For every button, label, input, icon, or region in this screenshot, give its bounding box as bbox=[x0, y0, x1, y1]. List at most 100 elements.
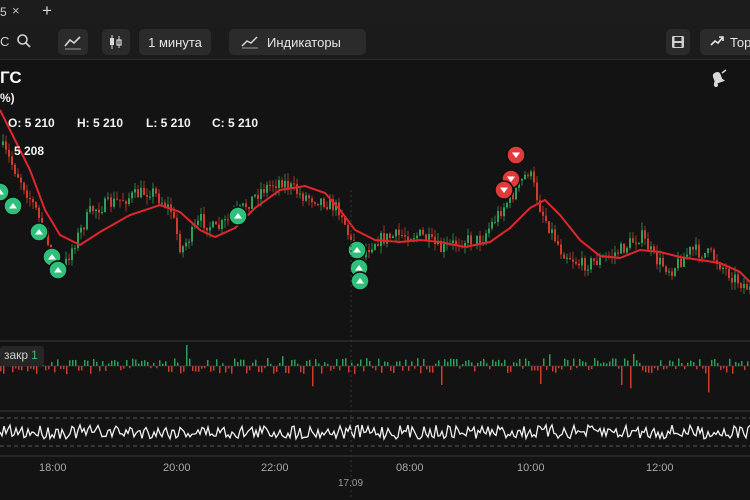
volume-bar bbox=[162, 363, 164, 366]
ohlc-low: L: 5 210 bbox=[146, 116, 191, 130]
volume-bar bbox=[660, 360, 662, 366]
volume-bar bbox=[411, 361, 413, 366]
volume-bar bbox=[105, 366, 107, 371]
ohlc-close: C: 5 210 bbox=[212, 116, 259, 130]
candle-body bbox=[686, 254, 688, 257]
candle-body bbox=[485, 233, 487, 243]
volume-bar bbox=[555, 366, 557, 373]
volume-bar bbox=[369, 361, 371, 366]
candle-body bbox=[68, 258, 70, 261]
volume-bar bbox=[738, 363, 740, 366]
candle-body bbox=[14, 164, 16, 174]
candle-body bbox=[662, 257, 664, 267]
candle-body bbox=[419, 229, 421, 236]
volume-bar bbox=[294, 359, 296, 366]
candle-body bbox=[398, 229, 400, 235]
search-icon[interactable] bbox=[16, 33, 32, 54]
candle-body bbox=[281, 180, 283, 188]
candle-body bbox=[140, 187, 142, 198]
candle-body bbox=[125, 201, 127, 204]
candle-body bbox=[650, 246, 652, 250]
candle-body bbox=[731, 277, 733, 283]
candle-body bbox=[644, 230, 646, 239]
candle-body bbox=[560, 244, 562, 255]
volume-bar bbox=[465, 360, 467, 366]
new-tab-button[interactable]: + bbox=[42, 1, 52, 21]
volume-bar bbox=[315, 359, 317, 366]
candle-body bbox=[386, 233, 388, 244]
volume-legend[interactable]: закр 1 bbox=[0, 346, 44, 366]
volume-bar bbox=[201, 366, 203, 369]
trade-icon bbox=[710, 36, 724, 46]
candle-body bbox=[176, 217, 178, 234]
save-layout-button[interactable] bbox=[666, 29, 690, 55]
tab-close-icon[interactable]: × bbox=[12, 3, 20, 18]
candle-body bbox=[113, 198, 115, 207]
volume-bar bbox=[405, 359, 407, 366]
trade-button[interactable]: Тор bbox=[700, 29, 750, 55]
candle-body bbox=[737, 274, 739, 284]
chart-toolbar: C 1 минута Индикаторы Тор bbox=[0, 24, 750, 60]
volume-bar bbox=[57, 359, 59, 366]
candle-body bbox=[11, 156, 13, 165]
candle-body bbox=[476, 235, 478, 245]
candle-body bbox=[413, 238, 415, 240]
alert-bell-icon[interactable] bbox=[707, 68, 729, 95]
volume-bar bbox=[261, 366, 263, 373]
volume-bar bbox=[252, 362, 254, 366]
volume-bar bbox=[501, 363, 503, 366]
volume-bar bbox=[720, 366, 722, 371]
volume-bar bbox=[81, 366, 83, 371]
candle-body bbox=[257, 194, 259, 199]
volume-bar bbox=[174, 358, 176, 366]
volume-bar bbox=[654, 366, 656, 369]
chart-type-button[interactable] bbox=[102, 29, 130, 55]
volume-bar bbox=[126, 359, 128, 366]
ticker-search-field[interactable]: C bbox=[0, 34, 9, 49]
volume-bar bbox=[540, 366, 542, 384]
volume-bar bbox=[78, 366, 80, 371]
interval-selector[interactable]: 1 минута bbox=[139, 29, 211, 55]
candle-body bbox=[614, 252, 616, 257]
volume-bar bbox=[72, 359, 74, 366]
volume-bar bbox=[393, 366, 395, 373]
volume-bar bbox=[591, 366, 593, 370]
volume-bar bbox=[534, 366, 536, 371]
tab-title[interactable]: 5 bbox=[0, 5, 7, 19]
price-pane[interactable] bbox=[0, 109, 750, 295]
drawing-tools-button[interactable] bbox=[58, 29, 88, 55]
candle-body bbox=[590, 258, 592, 270]
candle-body bbox=[368, 250, 370, 253]
candle-body bbox=[215, 221, 217, 225]
candle-body bbox=[80, 227, 82, 233]
candle-body bbox=[227, 219, 229, 221]
volume-bar bbox=[231, 366, 233, 374]
volume-bar bbox=[93, 359, 95, 366]
candle-body bbox=[92, 206, 94, 212]
volume-bar bbox=[435, 363, 437, 366]
volume-bar bbox=[306, 360, 308, 366]
candle-body bbox=[209, 227, 211, 231]
volume-bar bbox=[408, 366, 410, 371]
volume-bar bbox=[552, 366, 554, 372]
volume-bar bbox=[336, 358, 338, 366]
candle-body bbox=[500, 211, 502, 217]
candle-body bbox=[383, 233, 385, 244]
volume-bar bbox=[135, 359, 137, 366]
candle-body bbox=[221, 220, 223, 230]
volume-bar bbox=[573, 358, 575, 366]
candle-body bbox=[581, 258, 583, 266]
volume-bar bbox=[177, 362, 179, 366]
volume-bar bbox=[669, 360, 671, 366]
volume-bar bbox=[27, 366, 29, 372]
candle-body bbox=[416, 235, 418, 239]
volume-bar bbox=[576, 366, 578, 369]
indicators-button[interactable]: Индикаторы bbox=[229, 29, 366, 55]
volume-bar bbox=[744, 366, 746, 371]
candle-body bbox=[158, 193, 160, 204]
volume-bar bbox=[483, 358, 485, 366]
candle-body bbox=[269, 184, 271, 186]
candle-body bbox=[38, 207, 40, 218]
candle-body bbox=[218, 224, 220, 230]
candle-body bbox=[23, 182, 25, 191]
